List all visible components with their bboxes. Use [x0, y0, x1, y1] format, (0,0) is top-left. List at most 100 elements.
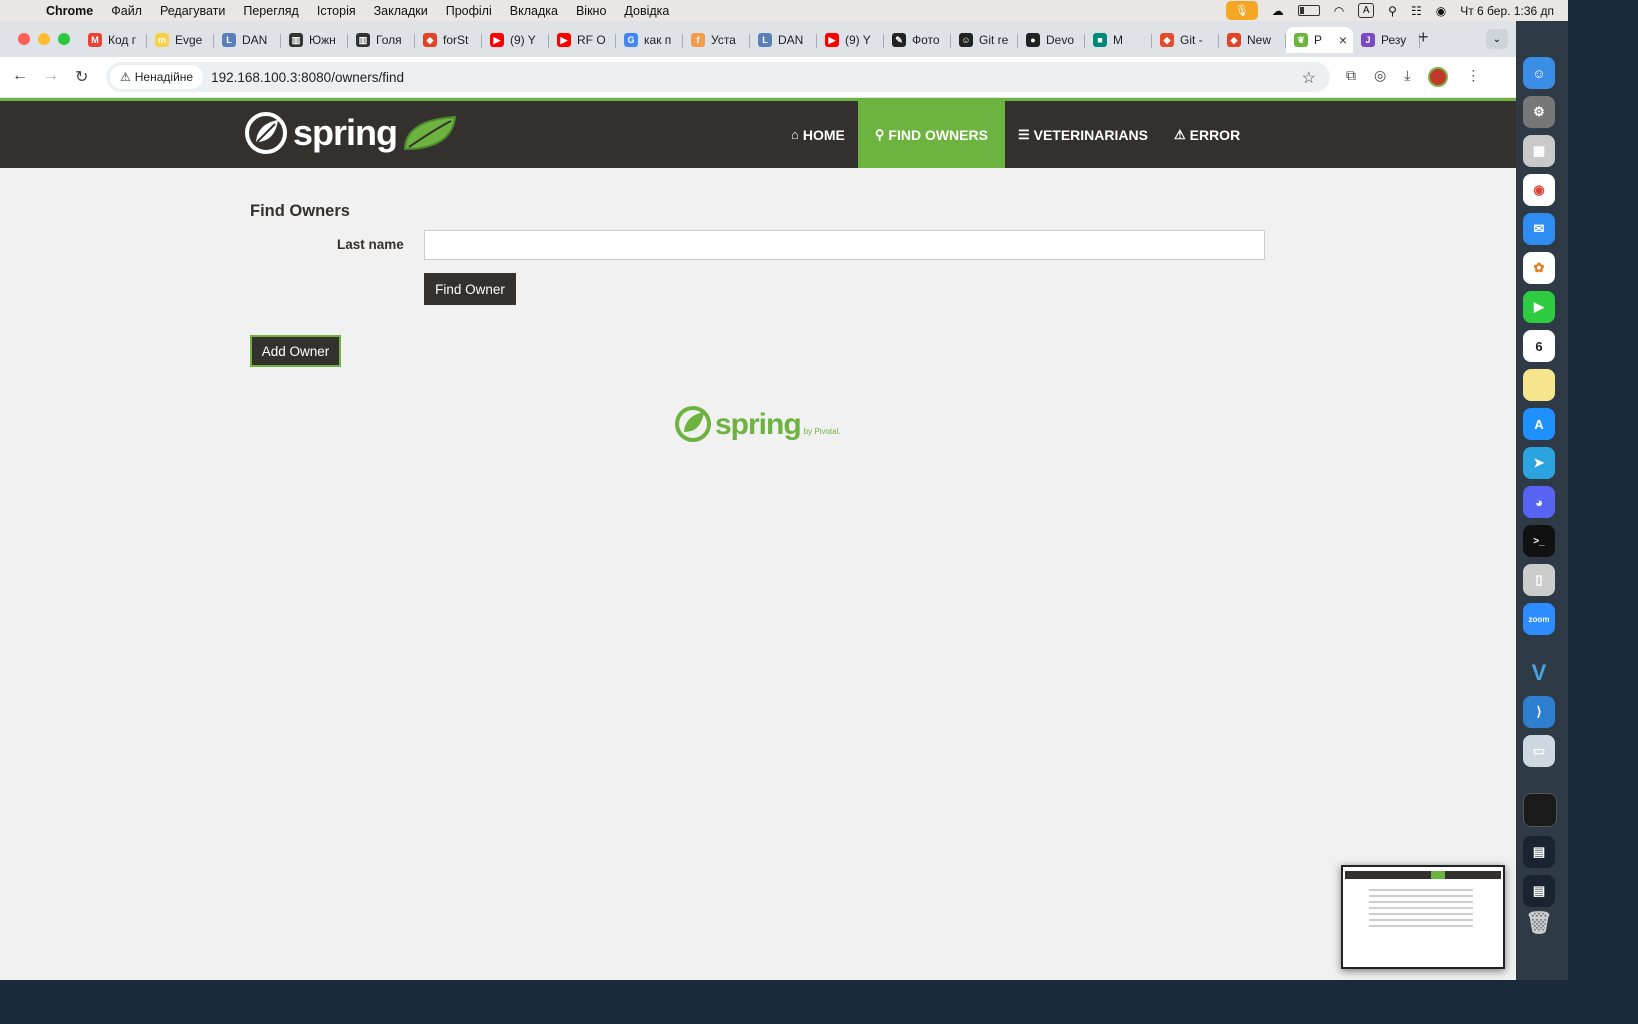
browser-tab[interactable]: ▶ RF O [549, 27, 616, 53]
vs-icon[interactable]: V [1523, 657, 1555, 689]
mail-icon[interactable]: ✉ [1523, 213, 1555, 245]
security-chip[interactable]: ⚠ Ненадійне [110, 65, 204, 89]
tab-search-icon[interactable]: ⌄ [1486, 29, 1508, 49]
search-icon: ⚲ [874, 126, 885, 142]
menu-history[interactable]: Історія [317, 4, 356, 18]
screenshot-thumbnail[interactable] [1341, 865, 1505, 969]
downloads-stack-icon[interactable]: ▤ [1523, 836, 1555, 868]
system-settings-icon[interactable]: ⚙ [1523, 96, 1555, 128]
browser-tab[interactable]: ◆ forSt [415, 27, 482, 53]
browser-tab[interactable]: f Уста [683, 27, 750, 53]
browser-tab[interactable]: ◆ Git - [1152, 27, 1219, 53]
menu-profiles[interactable]: Профілі [446, 4, 492, 18]
wifi-icon[interactable]: ◠ [1334, 4, 1344, 18]
chrome-icon[interactable]: ◉ [1523, 174, 1555, 206]
close-tab-icon[interactable]: × [1339, 32, 1347, 48]
documents-stack-icon[interactable]: ▤ [1523, 875, 1555, 907]
telegram-icon[interactable]: ➤ [1523, 447, 1555, 479]
thumbnail-row [1369, 889, 1473, 891]
nav-home[interactable]: ⌂ Home [778, 101, 858, 168]
calendar-icon[interactable]: 6 [1523, 330, 1555, 362]
siri-icon[interactable]: ◉ [1436, 4, 1446, 18]
profile-avatar[interactable] [1428, 67, 1449, 87]
lens-icon[interactable]: ◎ [1374, 67, 1386, 87]
url-text[interactable]: 192.168.100.3:8080/owners/find [211, 70, 404, 85]
bookmark-star-icon[interactable]: ☆ [1302, 68, 1316, 88]
last-name-input[interactable] [424, 230, 1265, 260]
browser-tab-label: Evge [175, 33, 203, 47]
address-bar[interactable]: ⚠ Ненадійне 192.168.100.3:8080/owners/fi… [106, 62, 1330, 92]
browser-tab[interactable]: ▶ (9) Y [482, 27, 549, 53]
browser-tab[interactable]: L DAN [214, 27, 281, 53]
menu-clock[interactable]: Чт 6 бер. 1:36 дп [1460, 4, 1554, 18]
extensions-icon[interactable]: ⧉ [1346, 67, 1356, 87]
chart-icon: ▥ [289, 33, 303, 47]
forward-icon[interactable]: → [43, 67, 59, 85]
microphone-icon[interactable]: 🎙 [1225, 1, 1258, 20]
browser-tab[interactable]: J Резу [1353, 27, 1420, 53]
minimize-window-icon[interactable] [38, 33, 50, 45]
brand-name: spring [293, 112, 398, 153]
finder-icon[interactable]: ☺ [1523, 57, 1555, 89]
browser-tab[interactable]: ◆ New [1219, 27, 1286, 53]
thumbnail-row [1369, 919, 1473, 921]
pet-leaf-icon [404, 115, 457, 151]
discord-icon[interactable]: ◕ [1523, 486, 1555, 518]
menu-file[interactable]: Файл [111, 4, 142, 18]
new-tab-icon[interactable]: + [1418, 27, 1429, 48]
list-icon: ☰ [1017, 126, 1030, 142]
find-owner-button[interactable]: Find Owner [424, 273, 516, 305]
menu-view[interactable]: Перегляд [243, 4, 298, 18]
browser-tab-label: DAN [242, 33, 268, 47]
youtube-icon: ▶ [490, 33, 504, 47]
browser-tab[interactable]: L DAN [750, 27, 817, 53]
close-window-icon[interactable] [18, 33, 30, 45]
facetime-icon[interactable]: ▶ [1523, 291, 1555, 323]
download-icon[interactable]: ⤓ [1404, 67, 1410, 87]
browser-tab[interactable]: ✎ Фото [884, 27, 951, 53]
nav-error[interactable]: ⚠ Error [1161, 101, 1253, 168]
browser-tab[interactable]: ▥ Южн [281, 27, 348, 53]
app-store-icon[interactable]: A [1523, 408, 1555, 440]
zoom-window-icon[interactable] [58, 33, 70, 45]
input-source-icon[interactable]: A [1358, 3, 1375, 18]
browser-tab[interactable]: Gкак п [616, 27, 683, 53]
spring-logo[interactable]: spring [245, 112, 459, 154]
terminal-icon[interactable]: >_ [1523, 525, 1555, 557]
browser-tab[interactable]: ● Devo [1018, 27, 1085, 53]
creative-cloud-icon[interactable]: ☁ [1272, 4, 1284, 18]
menu-window[interactable]: Вікно [576, 4, 606, 18]
preview-icon[interactable]: ▭ [1523, 735, 1555, 767]
menu-bookmarks[interactable]: Закладки [374, 4, 428, 18]
notes-icon[interactable] [1523, 369, 1555, 401]
trash-icon[interactable]: 🗑 [1523, 907, 1555, 939]
reload-icon[interactable]: ↻ [75, 67, 88, 87]
menu-tab[interactable]: Вкладка [510, 4, 558, 18]
browser-tab[interactable]: ▥ Голя [348, 27, 415, 53]
browser-tab[interactable]: ▶ (9) Y [817, 27, 884, 53]
nav-veterinarians[interactable]: ☰ Veterinarians [1005, 101, 1161, 168]
control-center-icon[interactable]: ☷ [1411, 4, 1422, 18]
add-owner-button[interactable]: Add Owner [250, 335, 341, 367]
menu-app-name[interactable]: Chrome [46, 4, 93, 18]
photos-icon[interactable]: ✿ [1523, 252, 1555, 284]
browser-tab[interactable]: ■ M [1085, 27, 1152, 53]
launchpad-icon[interactable]: ▦ [1523, 135, 1555, 167]
nav-find-owners[interactable]: ⚲ Find owners [857, 101, 1005, 168]
iphone-mirroring-icon[interactable]: ▯ [1523, 564, 1555, 596]
minimized-window-icon[interactable] [1523, 793, 1557, 827]
back-icon[interactable]: ← [12, 67, 28, 85]
zoom-icon[interactable]: zoom [1523, 603, 1555, 635]
menu-help[interactable]: Довідка [624, 4, 669, 18]
browser-tab[interactable]: ☺ Git re [951, 27, 1018, 53]
browser-tab[interactable]: M Код г [80, 27, 147, 53]
chrome-menu-icon[interactable]: ⋮ [1466, 67, 1480, 87]
spotlight-search-icon[interactable]: ⚲ [1388, 4, 1397, 18]
menu-edit[interactable]: Редагувати [160, 4, 225, 18]
battery-icon[interactable] [1297, 5, 1320, 16]
google-icon: G [624, 33, 638, 47]
browser-tab-label: Резу [1381, 33, 1407, 47]
vscode-icon[interactable]: ⟩ [1523, 696, 1555, 728]
browser-tab[interactable]: m Evge [147, 27, 214, 53]
browser-tab[interactable]: ❦ P × [1286, 27, 1353, 53]
